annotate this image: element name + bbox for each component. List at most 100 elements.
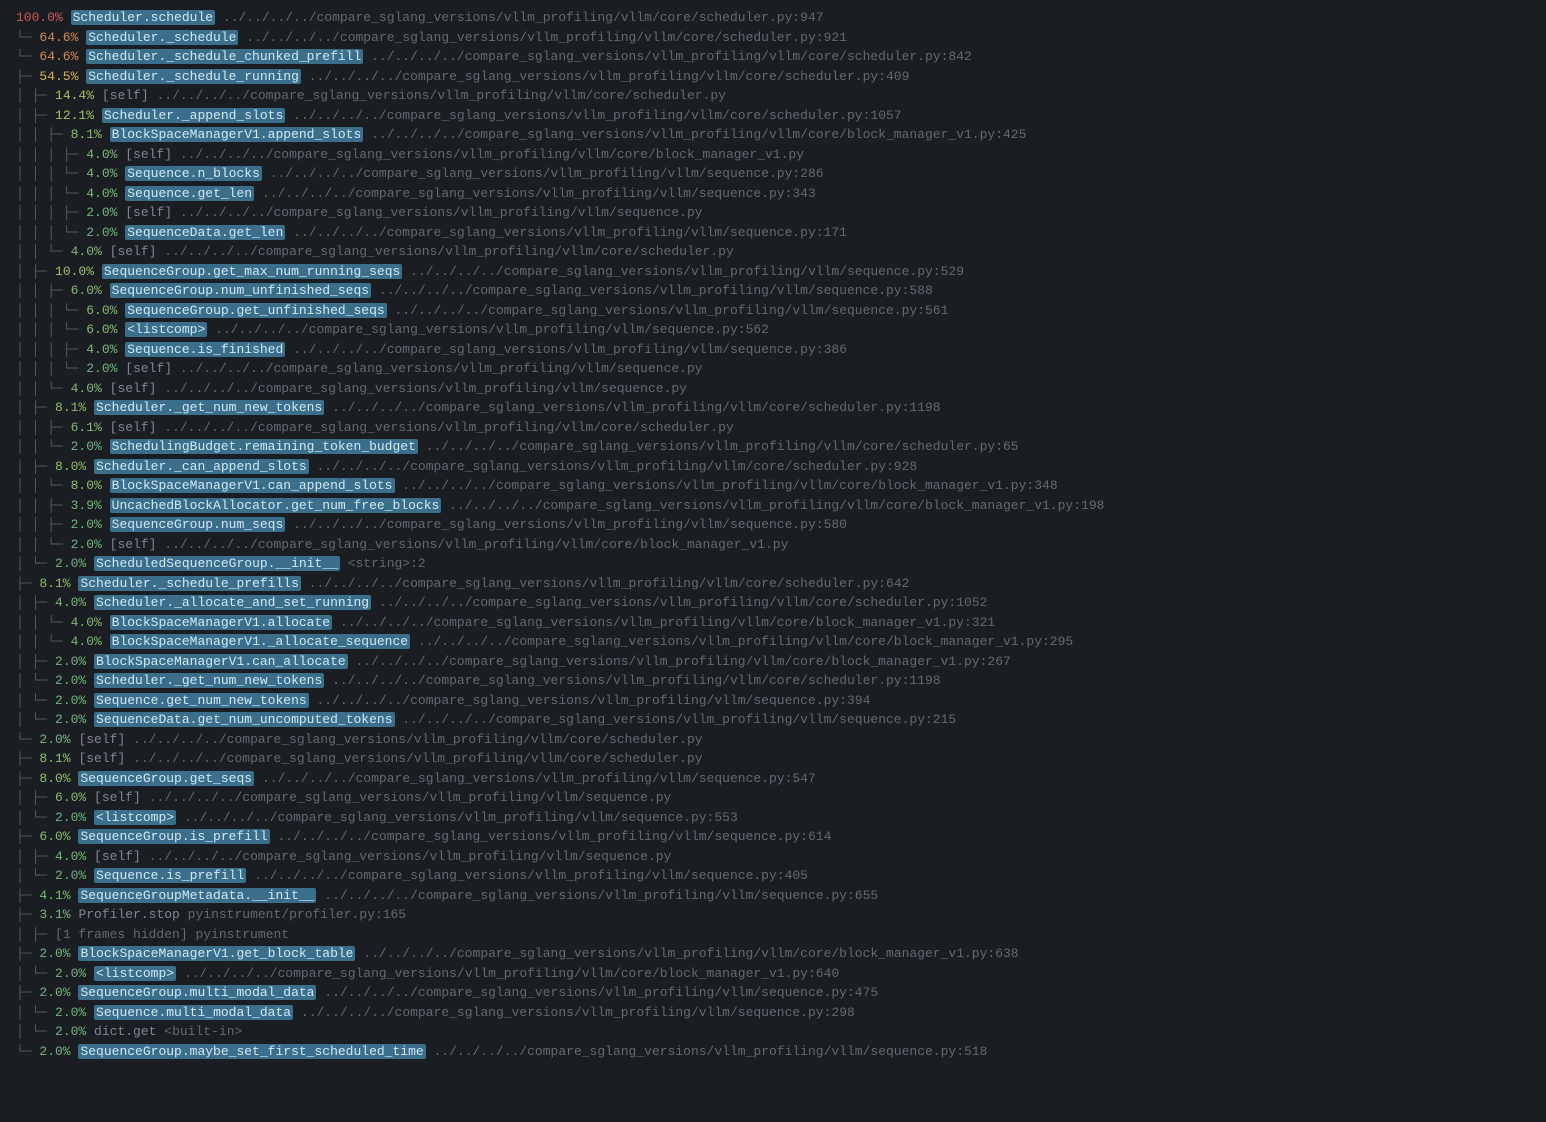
percent-label: 2.0% (71, 537, 102, 552)
percent-label: 2.0% (86, 225, 117, 240)
percent-label: 2.0% (39, 1044, 70, 1059)
profiler-row[interactable]: │ │ └─ 2.0% [self] ../../../../compare_s… (16, 535, 1546, 555)
source-location: ../../../../compare_sglang_versions/vllm… (379, 595, 988, 610)
profiler-row[interactable]: │ │ │ └─ 6.0% <listcomp> ../../../../com… (16, 320, 1546, 340)
profiler-row[interactable]: │ │ │ ├─ 4.0% [self] ../../../../compare… (16, 145, 1546, 165)
profiler-row[interactable]: ├─ 8.1% Scheduler._schedule_prefills ../… (16, 574, 1546, 594)
function-name: [self] (110, 537, 157, 552)
profiler-row[interactable]: │ └─ 2.0% ScheduledSequenceGroup.__init_… (16, 554, 1546, 574)
function-name: [self] (125, 147, 172, 162)
profiler-row[interactable]: │ │ │ ├─ 4.0% Sequence.is_finished ../..… (16, 340, 1546, 360)
source-location: ../../../../compare_sglang_versions/vllm… (426, 439, 1019, 454)
tree-pipes: │ └─ (16, 966, 55, 981)
profiler-row[interactable]: │ └─ 2.0% Scheduler._get_num_new_tokens … (16, 671, 1546, 691)
percent-label: 8.1% (55, 400, 86, 415)
profiler-row[interactable]: │ ├─ 6.0% [self] ../../../../compare_sgl… (16, 788, 1546, 808)
profiler-row[interactable]: ├─ 4.1% SequenceGroupMetadata.__init__ .… (16, 886, 1546, 906)
function-name: Scheduler._allocate_and_set_running (94, 595, 371, 610)
percent-label: 2.0% (39, 946, 70, 961)
function-name: [self] (102, 88, 149, 103)
profiler-row[interactable]: │ │ ├─ 3.9% UncachedBlockAllocator.get_n… (16, 496, 1546, 516)
profiler-row[interactable]: │ │ └─ 4.0% BlockSpaceManagerV1._allocat… (16, 632, 1546, 652)
percent-label: 4.0% (71, 381, 102, 396)
profiler-row[interactable]: │ └─ 2.0% Sequence.get_num_new_tokens ..… (16, 691, 1546, 711)
source-location: ../../../../compare_sglang_versions/vllm… (262, 771, 816, 786)
profiler-row[interactable]: ├─ 54.5% Scheduler._schedule_running ../… (16, 67, 1546, 87)
function-name: <listcomp> (94, 810, 176, 825)
profiler-row[interactable]: │ │ ├─ 6.1% [self] ../../../../compare_s… (16, 418, 1546, 438)
profiler-row[interactable]: │ │ ├─ 2.0% SequenceGroup.num_seqs ../..… (16, 515, 1546, 535)
percent-label: 2.0% (39, 985, 70, 1000)
profiler-row[interactable]: ├─ 6.0% SequenceGroup.is_prefill ../../.… (16, 827, 1546, 847)
profiler-row[interactable]: └─ 2.0% SequenceGroup.maybe_set_first_sc… (16, 1042, 1546, 1062)
profiler-row[interactable]: │ │ └─ 4.0% BlockSpaceManagerV1.allocate… (16, 613, 1546, 633)
profiler-row[interactable]: │ │ │ └─ 2.0% SequenceData.get_len ../..… (16, 223, 1546, 243)
profiler-row[interactable]: │ └─ 2.0% Sequence.is_prefill ../../../.… (16, 866, 1546, 886)
profiler-row[interactable]: │ ├─ 8.1% Scheduler._get_num_new_tokens … (16, 398, 1546, 418)
profiler-row[interactable]: └─ 2.0% [self] ../../../../compare_sglan… (16, 730, 1546, 750)
percent-label: 8.0% (55, 459, 86, 474)
percent-label: 4.0% (86, 342, 117, 357)
function-name: SequenceData.get_len (125, 225, 285, 240)
tree-pipes: │ │ │ └─ (16, 322, 86, 337)
profiler-row[interactable]: │ │ └─ 4.0% [self] ../../../../compare_s… (16, 379, 1546, 399)
profiler-row[interactable]: ├─ 2.0% SequenceGroup.multi_modal_data .… (16, 983, 1546, 1003)
source-location: ../../../../compare_sglang_versions/vllm… (324, 888, 878, 903)
profiler-row[interactable]: ├─ 8.0% SequenceGroup.get_seqs ../../../… (16, 769, 1546, 789)
source-location: ../../../../compare_sglang_versions/vllm… (180, 147, 804, 162)
profiler-row[interactable]: │ ├─ 12.1% Scheduler._append_slots ../..… (16, 106, 1546, 126)
function-name: [self] (110, 244, 157, 259)
source-location: ../../../../compare_sglang_versions/vllm… (164, 381, 687, 396)
profiler-row[interactable]: │ └─ 2.0% Sequence.multi_modal_data ../.… (16, 1003, 1546, 1023)
profiler-row[interactable]: │ │ │ └─ 6.0% SequenceGroup.get_unfinish… (16, 301, 1546, 321)
function-name: [self] (94, 790, 141, 805)
profiler-row[interactable]: │ │ │ ├─ 2.0% [self] ../../../../compare… (16, 203, 1546, 223)
profiler-row[interactable]: │ │ │ └─ 4.0% Sequence.n_blocks ../../..… (16, 164, 1546, 184)
profiler-row[interactable]: │ ├─ 4.0% Scheduler._allocate_and_set_ru… (16, 593, 1546, 613)
tree-pipes: │ │ ├─ (16, 127, 71, 142)
source-location: ../../../../compare_sglang_versions/vllm… (371, 127, 1026, 142)
profiler-row[interactable]: │ ├─ [1 frames hidden] pyinstrument (16, 925, 1546, 945)
percent-label: 6.0% (55, 790, 86, 805)
profiler-row[interactable]: │ └─ 2.0% <listcomp> ../../../../compare… (16, 964, 1546, 984)
profiler-row[interactable]: │ ├─ 8.0% Scheduler._can_append_slots ..… (16, 457, 1546, 477)
profiler-row[interactable]: │ ├─ 14.4% [self] ../../../../compare_sg… (16, 86, 1546, 106)
profiler-row[interactable]: │ └─ 2.0% <listcomp> ../../../../compare… (16, 808, 1546, 828)
profiler-row[interactable]: │ │ │ └─ 4.0% Sequence.get_len ../../../… (16, 184, 1546, 204)
tree-pipes: │ │ └─ (16, 439, 71, 454)
tree-pipes: └─ (16, 49, 39, 64)
function-name: Scheduler._schedule_running (86, 69, 301, 84)
profiler-row[interactable]: │ │ ├─ 8.1% BlockSpaceManagerV1.append_s… (16, 125, 1546, 145)
profiler-row[interactable]: │ └─ 2.0% SequenceData.get_num_uncompute… (16, 710, 1546, 730)
tree-pipes: │ │ └─ (16, 478, 71, 493)
tree-pipes: │ └─ (16, 1005, 55, 1020)
source-location: ../../../../compare_sglang_versions/vllm… (164, 420, 734, 435)
profiler-row[interactable]: │ │ └─ 8.0% BlockSpaceManagerV1.can_appe… (16, 476, 1546, 496)
source-location: ../../../../compare_sglang_versions/vllm… (332, 673, 941, 688)
profiler-row[interactable]: 100.0% Scheduler.schedule ../../../../co… (16, 8, 1546, 28)
profiler-row[interactable]: ├─ 2.0% BlockSpaceManagerV1.get_block_ta… (16, 944, 1546, 964)
profiler-row[interactable]: ├─ 3.1% Profiler.stop pyinstrument/profi… (16, 905, 1546, 925)
tree-pipes: ├─ (16, 985, 39, 1000)
profiler-row[interactable]: │ ├─ 10.0% SequenceGroup.get_max_num_run… (16, 262, 1546, 282)
profiler-row[interactable]: └─ 64.6% Scheduler._schedule ../../../..… (16, 28, 1546, 48)
function-name: dict.get (94, 1024, 156, 1039)
profiler-row[interactable]: │ │ ├─ 6.0% SequenceGroup.num_unfinished… (16, 281, 1546, 301)
profiler-row[interactable]: │ ├─ 2.0% BlockSpaceManagerV1.can_alloca… (16, 652, 1546, 672)
function-name: <listcomp> (94, 966, 176, 981)
profiler-row[interactable]: │ │ └─ 4.0% [self] ../../../../compare_s… (16, 242, 1546, 262)
profiler-row[interactable]: │ │ │ └─ 2.0% [self] ../../../../compare… (16, 359, 1546, 379)
source-location: ../../../../compare_sglang_versions/vllm… (254, 868, 808, 883)
percent-label: 8.0% (39, 771, 70, 786)
profiler-row[interactable]: └─ 64.6% Scheduler._schedule_chunked_pre… (16, 47, 1546, 67)
function-name: SequenceGroup.maybe_set_first_scheduled_… (78, 1044, 425, 1059)
profiler-row[interactable]: │ └─ 2.0% dict.get <built-in> (16, 1022, 1546, 1042)
function-name: [self] (94, 849, 141, 864)
tree-pipes: │ └─ (16, 868, 55, 883)
percent-label: 6.1% (71, 420, 102, 435)
profiler-row[interactable]: │ ├─ 4.0% [self] ../../../../compare_sgl… (16, 847, 1546, 867)
profiler-row[interactable]: │ │ └─ 2.0% SchedulingBudget.remaining_t… (16, 437, 1546, 457)
function-name: SequenceGroup.multi_modal_data (78, 985, 316, 1000)
percent-label: 4.0% (55, 595, 86, 610)
profiler-row[interactable]: ├─ 8.1% [self] ../../../../compare_sglan… (16, 749, 1546, 769)
